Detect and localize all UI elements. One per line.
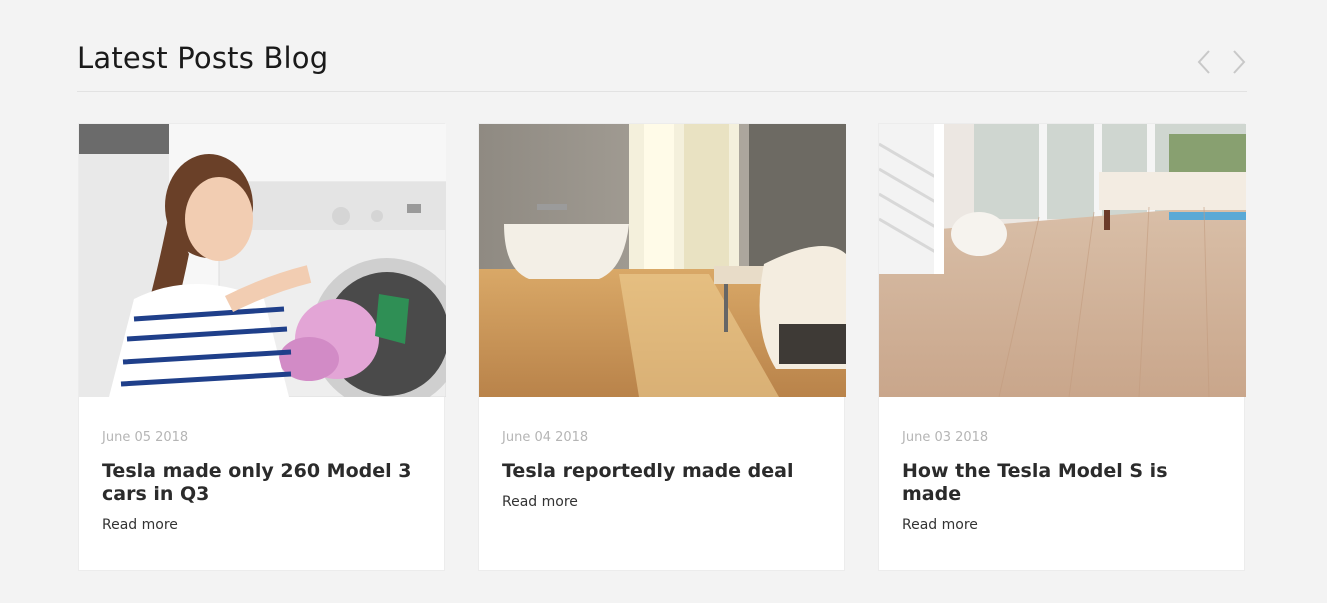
post-image-bathroom	[479, 124, 846, 397]
post-image-laundry	[79, 124, 446, 397]
post-image-living-room	[879, 124, 1246, 397]
post-date: June 05 2018	[102, 430, 189, 445]
carousel-next-button[interactable]	[1226, 48, 1252, 76]
post-date: June 04 2018	[502, 430, 589, 445]
post-body: June 05 2018 Tesla made only 260 Model 3…	[102, 430, 424, 534]
post-body: June 04 2018 Tesla reportedly made deal …	[502, 430, 824, 511]
post-card: June 03 2018 How the Tesla Model S is ma…	[878, 123, 1246, 571]
latest-posts-section: Latest Posts Blog June 05 2018 Tesla mad…	[0, 0, 1327, 603]
section-title: Latest Posts Blog	[77, 41, 329, 75]
chevron-left-icon	[1197, 50, 1210, 74]
read-more-link[interactable]: Read more	[102, 516, 178, 534]
post-image-link[interactable]	[79, 124, 446, 397]
post-image-link[interactable]	[879, 124, 1246, 397]
carousel-prev-button[interactable]	[1192, 48, 1218, 76]
post-image-link[interactable]	[479, 124, 846, 397]
read-more-link[interactable]: Read more	[502, 493, 578, 511]
post-date: June 03 2018	[902, 430, 989, 445]
read-more-link[interactable]: Read more	[902, 516, 978, 534]
post-card: June 05 2018 Tesla made only 260 Model 3…	[78, 123, 446, 571]
post-card: June 04 2018 Tesla reportedly made deal …	[478, 123, 846, 571]
post-title-link[interactable]: Tesla reportedly made deal	[502, 460, 824, 483]
post-body: June 03 2018 How the Tesla Model S is ma…	[902, 430, 1224, 534]
post-title-link[interactable]: Tesla made only 260 Model 3 cars in Q3	[102, 460, 424, 506]
chevron-right-icon	[1233, 50, 1246, 74]
title-divider	[77, 91, 1247, 92]
post-title-link[interactable]: How the Tesla Model S is made	[902, 460, 1224, 506]
